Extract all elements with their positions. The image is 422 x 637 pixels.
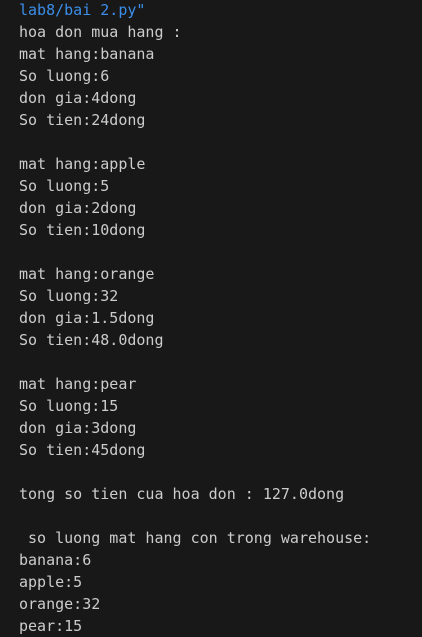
invoice-item: mat hang:orange So luong:32 don gia:1.5d… [19, 263, 422, 351]
item-unit-price-line: don gia:2dong [19, 199, 137, 217]
item-name-line: mat hang:orange [19, 265, 155, 283]
item-unit-price-line: don gia:1.5dong [19, 309, 155, 327]
warehouse-header: so luong mat hang con trong warehouse: [19, 529, 372, 547]
warehouse-line: banana:6 [19, 551, 92, 569]
item-name-line: mat hang:pear [19, 375, 137, 393]
item-quantity-line: So luong:15 [19, 397, 119, 415]
invoice-header: hoa don mua hang : [19, 23, 182, 41]
item-quantity-line: So luong:5 [19, 177, 110, 195]
terminal-output[interactable]: lab8/bai 2.py" hoa don mua hang : mat ha… [0, 0, 422, 635]
item-total-line: So tien:45dong [19, 441, 146, 459]
warehouse-line: apple:5 [19, 573, 83, 591]
item-total-line: So tien:48.0dong [19, 331, 164, 349]
item-total-line: So tien:24dong [19, 111, 146, 129]
item-quantity-line: So luong:32 [19, 287, 119, 305]
item-unit-price-line: don gia:3dong [19, 419, 137, 437]
item-unit-price-line: don gia:4dong [19, 89, 137, 107]
invoice-item: mat hang:pear So luong:15 don gia:3dong … [19, 373, 422, 461]
warehouse-line: pear:15 [19, 617, 83, 635]
invoice-item: mat hang:banana So luong:6 don gia:4dong… [19, 43, 422, 131]
item-name-line: mat hang:apple [19, 155, 146, 173]
warehouse-line: orange:32 [19, 595, 101, 613]
invoice-item: mat hang:apple So luong:5 don gia:2dong … [19, 153, 422, 241]
item-name-line: mat hang:banana [19, 45, 155, 63]
grand-total-line: tong so tien cua hoa don : 127.0dong [19, 485, 345, 503]
script-path-line: lab8/bai 2.py" [19, 1, 146, 19]
item-quantity-line: So luong:6 [19, 67, 110, 85]
item-total-line: So tien:10dong [19, 221, 146, 239]
